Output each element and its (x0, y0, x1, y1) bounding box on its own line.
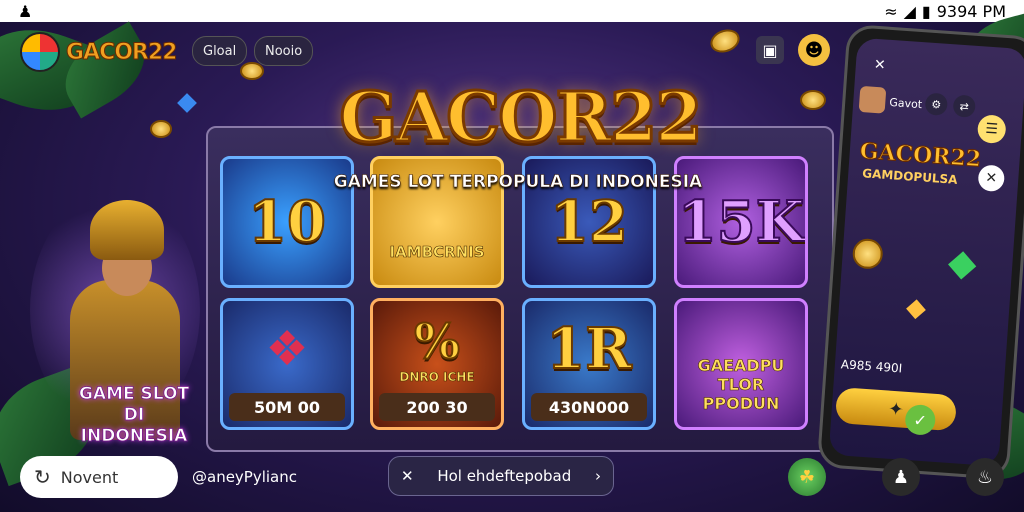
game-tile[interactable]: 1R 430N000 (522, 298, 656, 430)
settings-icon[interactable]: ⚙ (924, 92, 949, 116)
gem-decor (906, 299, 926, 320)
game-tile[interactable]: % DNRO ICHE 200 30 (370, 298, 504, 430)
tile-label: GAEADPU (697, 355, 785, 375)
person-icon: ♟ (18, 1, 33, 21)
chevron-right-icon: › (595, 467, 601, 485)
hero-subtitle: GAMES LOT TERPOPULA DI INDONESIA (333, 172, 703, 193)
tile-tag: 430N000 (531, 393, 647, 421)
tile-tag: 200 30 (379, 393, 495, 421)
dismiss-icon[interactable]: ✕ (977, 164, 1006, 193)
tile-content: % DNRO ICHE (399, 313, 475, 385)
wifi-icon: ≈ (884, 1, 898, 21)
play-button[interactable]: ✦ (834, 387, 958, 432)
brand-logo[interactable]: GACOR22 (20, 32, 178, 72)
gem-decor (948, 251, 977, 280)
wallet-icon[interactable]: ▣ (756, 36, 784, 64)
shoe-icon: ❖ (265, 321, 309, 377)
game-tile[interactable]: GAEADPU TLOR PPODUN (674, 298, 808, 430)
tile-value: 12 (549, 188, 629, 256)
phone-avatar (858, 85, 887, 114)
user-handle[interactable]: @aneyPylianc (192, 468, 297, 486)
tile-value: 15K (677, 188, 805, 256)
tile-label: DNRO ICHE (399, 370, 475, 385)
notification-button[interactable]: ♨ (966, 458, 1004, 496)
tile-label: IAMBCRNIS (389, 243, 485, 262)
nav-label: Novent (60, 467, 119, 487)
phone-amount: A985 490I (840, 357, 903, 376)
user-avatar[interactable]: ☻ (798, 34, 830, 66)
nav-pill-mobile[interactable]: Nooio (254, 36, 314, 66)
bonus-button[interactable]: ☘ (788, 458, 826, 496)
caption-line: DI INDONESIA (80, 405, 188, 447)
brand-name: GACOR22 (66, 39, 178, 65)
coin-decor (707, 25, 743, 57)
bell-icon: ♨ (976, 466, 994, 488)
close-icon[interactable]: ✕ (401, 467, 414, 485)
profile-button[interactable]: ♟ (882, 458, 920, 496)
gem-decor (177, 93, 197, 113)
coin-decor (851, 237, 884, 270)
phone-screen: ✕ Gavot ⚙ ⇄ ☰ GACOR22 GAMDOPULSA ✕ A985 … (828, 37, 1024, 467)
tile-value: 10 (247, 188, 327, 256)
tile-content: GAEADPU TLOR PPODUN (677, 355, 805, 413)
signal-icon: ◢ (903, 1, 916, 21)
nav-button[interactable]: ↻ Novent (20, 456, 178, 498)
promo-link[interactable]: ✕ Hol ehdeftepobad › (388, 456, 614, 496)
phone-mockup: ✕ Gavot ⚙ ⇄ ☰ GACOR22 GAMDOPULSA ✕ A985 … (816, 23, 1024, 481)
share-icon[interactable]: ⇄ (952, 94, 977, 118)
refresh-icon: ↻ (34, 465, 51, 489)
tile-tag: 50M 00 (229, 393, 345, 421)
status-bar: ♟ ≈ ◢ ▮ 9394 PM (0, 0, 1024, 22)
person-icon: ♟ (892, 466, 910, 488)
coin-decor (240, 62, 264, 80)
bottom-bar: ↻ Novent @aneyPylianc ✕ Hol ehdeftepobad… (0, 452, 1024, 508)
clover-icon: ☘ (798, 466, 816, 488)
game-tile[interactable]: ❖ 50M 00 (220, 298, 354, 430)
hero-title: GACOR22 (338, 77, 704, 160)
tile-tag: TLOR PPODUN (702, 374, 780, 413)
coin-decor (150, 120, 172, 138)
close-icon[interactable]: ✕ (873, 57, 886, 74)
menu-icon[interactable]: ☰ (976, 114, 1007, 145)
battery-icon: ▮ (921, 1, 931, 21)
tile-value: % (413, 313, 461, 371)
coin-decor (800, 90, 826, 110)
nav-pill-global[interactable]: Gloal (192, 36, 248, 66)
phone-username: Gavot (888, 95, 923, 112)
logo-icon (20, 32, 60, 72)
tile-value: 1R (545, 315, 633, 383)
clock: 9394 PM (936, 1, 1006, 21)
promo-text: Hol ehdeftepobad (437, 467, 572, 485)
hero-caption: GAME SLOT DI INDONESIA (72, 384, 196, 447)
status-indicators: ≈ ◢ ▮ 9394 PM (884, 2, 1006, 21)
caption-line: GAME SLOT (78, 384, 190, 405)
helmet-icon (90, 200, 164, 260)
